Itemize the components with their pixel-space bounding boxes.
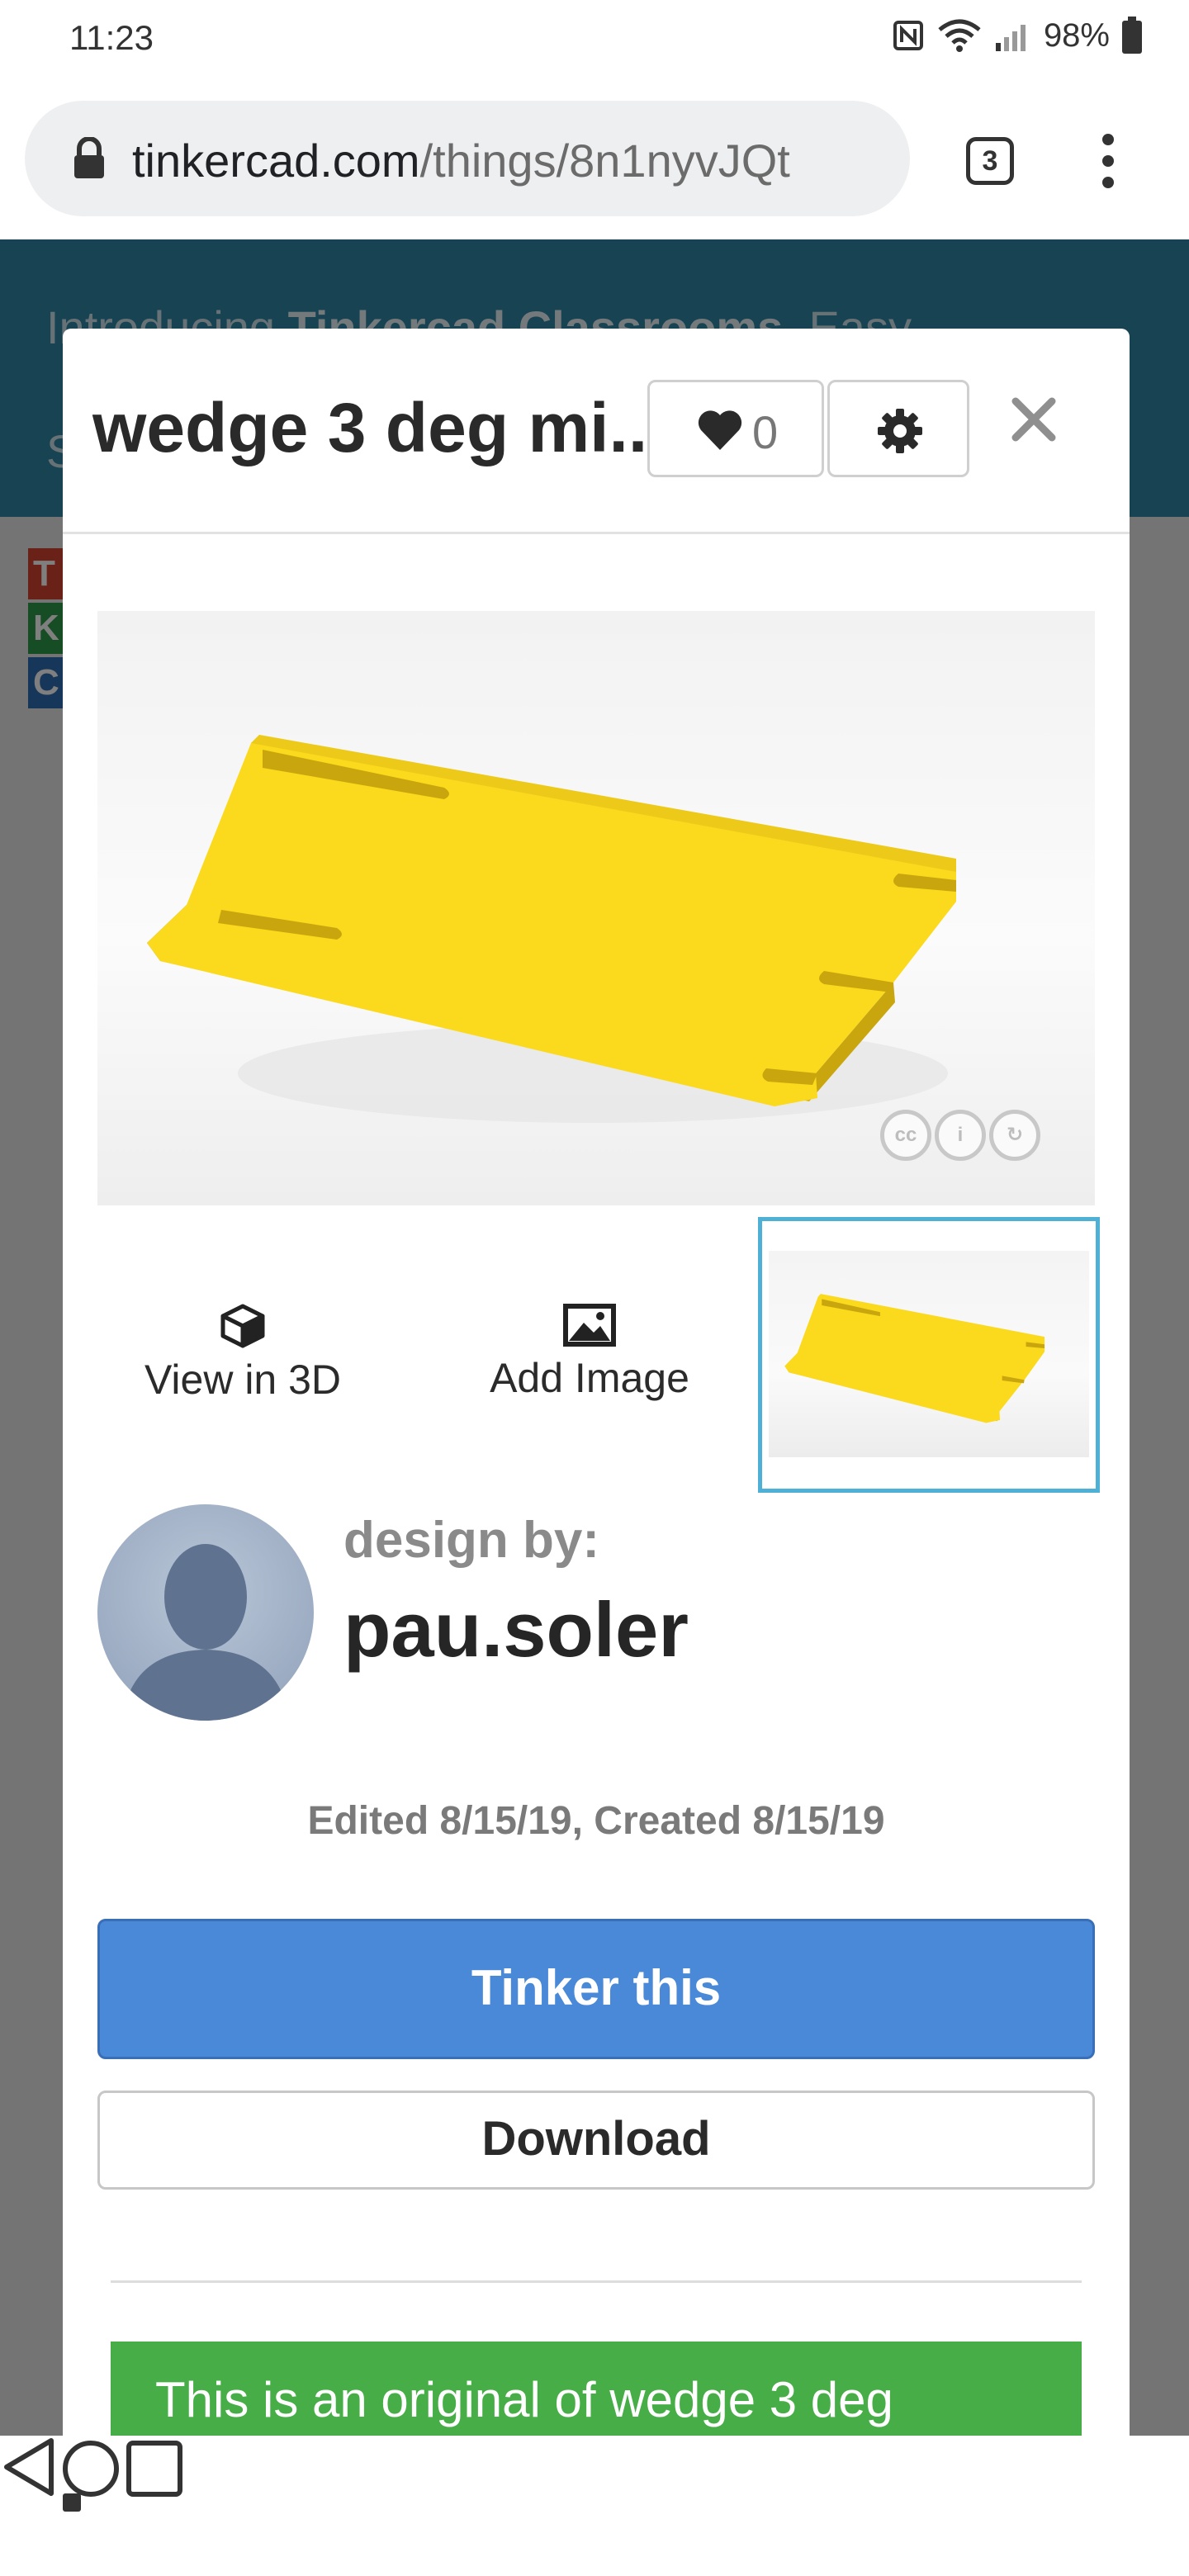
add-image-label: Add Image — [490, 1355, 689, 1401]
edit-create-dates: Edited 8/15/19, Created 8/15/19 — [307, 1799, 885, 1843]
tinker-this-button[interactable]: Tinker this — [97, 1919, 1095, 2059]
recent-apps-icon[interactable] — [125, 2439, 184, 2498]
lock-icon — [74, 137, 104, 178]
wifi-icon — [938, 19, 981, 52]
status-icons: 98% — [892, 17, 1143, 54]
cc-icon: cc — [880, 1110, 931, 1161]
battery-percent: 98% — [1043, 17, 1110, 54]
url-text[interactable]: tinkercad.com/things/8n1nyvJQt — [132, 134, 900, 187]
design-modal: wedge 3 deg mi... 0 cc i ↻ View in 3D Ad… — [63, 329, 1130, 2436]
url-host: tinkercad.com — [132, 135, 420, 187]
home-icon[interactable] — [61, 2439, 121, 2498]
system-nav-bar — [0, 2436, 1189, 2576]
image-thumbnail-selected[interactable] — [758, 1217, 1100, 1493]
download-button[interactable]: Download — [97, 2091, 1095, 2190]
heart-icon — [698, 410, 742, 450]
menu-dot-icon — [1102, 134, 1114, 145]
person-silhouette-icon — [122, 1544, 289, 1721]
like-button[interactable]: 0 — [647, 380, 824, 477]
design-preview-image[interactable]: cc i ↻ — [97, 611, 1095, 1205]
close-icon[interactable] — [1009, 395, 1059, 444]
designer-name-link[interactable]: pau.soler — [343, 1585, 689, 1674]
original-design-note: This is an original of wedge 3 deg — [111, 2342, 1082, 2436]
gear-icon — [878, 409, 922, 453]
designer-avatar[interactable] — [97, 1504, 314, 1721]
browser-menu-button[interactable] — [1098, 134, 1118, 192]
view-in-3d-label: View in 3D — [144, 1357, 342, 1403]
view-in-3d-button[interactable]: View in 3D — [135, 1303, 350, 1404]
design-by-label: design by: — [343, 1512, 600, 1569]
like-count: 0 — [752, 406, 779, 458]
wedge-thumbnail-render — [784, 1294, 1045, 1423]
design-title: wedge 3 deg mi... — [92, 389, 667, 466]
menu-dot-icon — [1102, 177, 1114, 188]
status-bar: 11:23 98% — [0, 0, 1189, 83]
add-image-button[interactable]: Add Image — [474, 1303, 705, 1402]
status-time: 11:23 — [69, 18, 154, 57]
modal-header: wedge 3 deg mi... 0 — [63, 329, 1130, 534]
back-icon[interactable] — [0, 2436, 58, 2498]
signal-icon — [995, 25, 1026, 51]
cube-icon — [220, 1304, 265, 1348]
browser-toolbar: tinkercad.com/things/8n1nyvJQt 3 — [0, 83, 1189, 239]
thumbnail-image — [769, 1251, 1089, 1457]
nav-dot-indicator — [63, 2493, 81, 2512]
nfc-icon — [893, 21, 923, 50]
share-alike-icon: ↻ — [989, 1110, 1040, 1161]
url-path: /things/8n1nyvJQt — [419, 135, 790, 187]
section-divider — [111, 2280, 1082, 2283]
attribution-icon: i — [935, 1110, 986, 1161]
settings-button[interactable] — [827, 380, 969, 477]
license-badges: cc i ↻ — [880, 1110, 1040, 1161]
menu-dot-icon — [1102, 155, 1114, 167]
image-icon — [563, 1304, 616, 1347]
address-bar[interactable]: tinkercad.com/things/8n1nyvJQt — [25, 101, 910, 216]
tab-switcher-button[interactable]: 3 — [966, 137, 1014, 185]
battery-icon — [1122, 17, 1142, 54]
